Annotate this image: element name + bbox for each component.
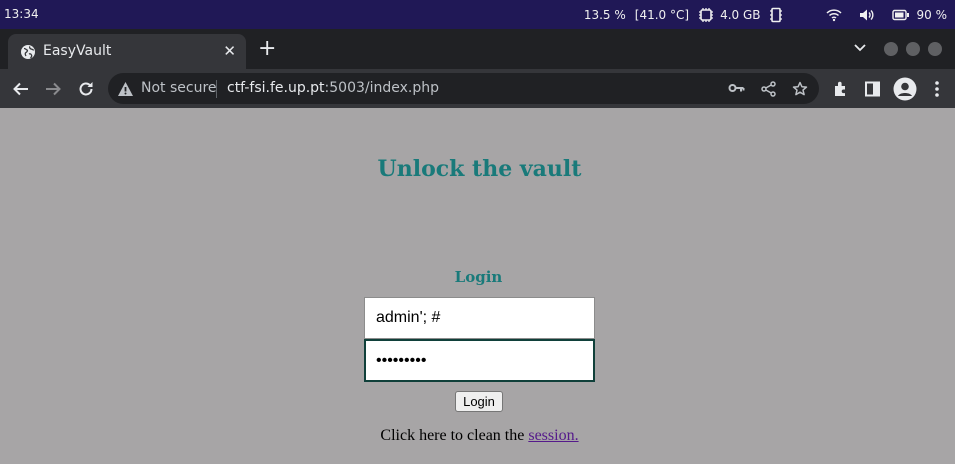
session-link[interactable]: session. — [528, 427, 578, 444]
tab-close-icon[interactable]: ✕ — [223, 43, 236, 59]
tab-search-chevron-icon[interactable] — [854, 44, 866, 52]
wifi-icon[interactable] — [825, 8, 842, 22]
tab-title: EasyVault — [43, 43, 112, 59]
clean-session-label: Click here to clean the — [380, 427, 529, 444]
memory-usage: 4.0 GB — [720, 8, 761, 22]
url-text[interactable]: ctf-fsi.fe.up.pt:5003/index.php — [227, 80, 439, 96]
username-input[interactable] — [364, 297, 595, 339]
tab-easyvault[interactable]: EasyVault ✕ — [8, 34, 246, 69]
maximize-window-button[interactable] — [906, 42, 920, 56]
battery-icon[interactable] — [891, 9, 910, 21]
page-content: Unlock the vault Login Login Click here … — [0, 108, 955, 464]
warning-icon[interactable] — [117, 81, 134, 97]
volume-icon[interactable] — [859, 8, 875, 22]
browser-toolbar: Not secure ctf-fsi.fe.up.pt:5003/index.p… — [0, 69, 955, 108]
side-panel-icon[interactable] — [864, 80, 882, 98]
tab-strip: EasyVault ✕ + — [0, 29, 955, 69]
cpu-usage: 13.5 % — [583, 8, 626, 22]
url-path: :5003/index.php — [324, 80, 440, 96]
cpu-chip-icon — [699, 8, 714, 22]
cpu-temperature: [41.0 °C] — [634, 8, 690, 22]
minimize-window-button[interactable] — [884, 42, 898, 56]
new-tab-button[interactable]: + — [258, 38, 276, 60]
globe-icon — [21, 45, 35, 59]
address-separator — [216, 80, 217, 98]
page-title: Unlock the vault — [377, 156, 582, 182]
star-icon[interactable] — [792, 81, 808, 97]
password-input[interactable] — [364, 339, 595, 382]
system-tray: 13.5 % [41.0 °C] 4.0 GB 90 % — [584, 5, 947, 25]
back-icon[interactable] — [12, 80, 30, 98]
login-heading: Login — [454, 268, 503, 286]
reload-icon[interactable] — [77, 80, 95, 98]
memory-icon — [769, 7, 782, 23]
key-icon[interactable] — [728, 81, 745, 95]
extensions-icon[interactable] — [832, 80, 850, 98]
clean-session-text: Click here to clean the session. — [0, 427, 955, 445]
menu-icon[interactable] — [934, 80, 940, 98]
url-host: ctf-fsi.fe.up.pt — [227, 80, 325, 96]
close-window-button[interactable] — [928, 42, 942, 56]
profile-icon[interactable] — [893, 77, 917, 101]
battery-percentage: 90 % — [916, 8, 948, 22]
not-secure-label[interactable]: Not secure — [141, 80, 217, 96]
system-top-bar: 13:34 13.5 % [41.0 °C] 4.0 GB 90 % — [0, 0, 955, 29]
login-button[interactable]: Login — [455, 391, 503, 412]
forward-icon[interactable] — [44, 80, 62, 98]
system-clock[interactable]: 13:34 — [4, 7, 39, 21]
share-icon[interactable] — [761, 81, 776, 97]
address-bar[interactable]: Not secure ctf-fsi.fe.up.pt:5003/index.p… — [108, 73, 819, 104]
